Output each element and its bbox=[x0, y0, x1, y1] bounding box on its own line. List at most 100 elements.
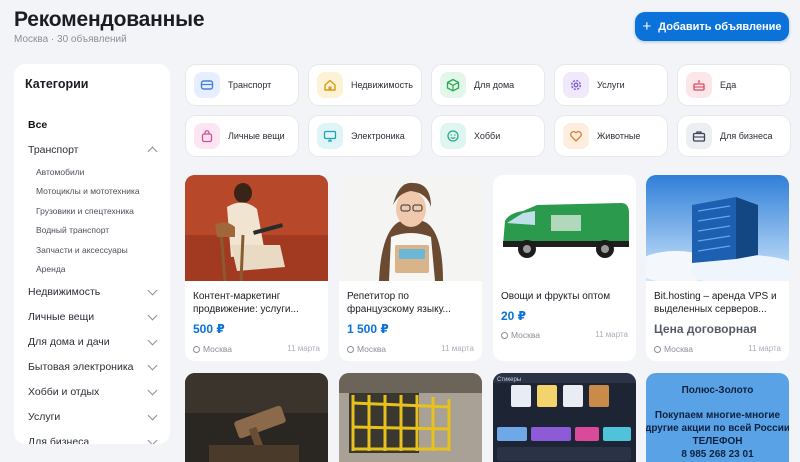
ad-line-1: Полюс-Золото bbox=[681, 385, 754, 396]
sidebar-title: Категории bbox=[25, 77, 89, 91]
category-personal[interactable]: Личные вещи bbox=[185, 115, 299, 157]
listing-card[interactable]: Овощи и фрукты оптом 20 ₽ Москва 11 март… bbox=[493, 175, 636, 361]
category-label: Электроника bbox=[351, 131, 405, 141]
add-listing-button[interactable]: + Добавить объявление bbox=[635, 12, 789, 41]
sidebar-list: Все Транспорт Автомобили Мотоциклы и мот… bbox=[14, 112, 170, 444]
listing-image bbox=[185, 373, 328, 462]
smile-icon bbox=[440, 123, 466, 149]
ad-line-5: 8 985 268 23 01 bbox=[681, 449, 754, 460]
sidebar-item-label: Все bbox=[28, 118, 48, 131]
sidebar-subitem-parts[interactable]: Запчасти и аксессуары bbox=[14, 240, 170, 260]
listing-price: 1 500 ₽ bbox=[347, 322, 389, 336]
listing-date: 11 марта bbox=[287, 344, 320, 353]
category-home[interactable]: Для дома bbox=[431, 64, 545, 106]
listing-image bbox=[646, 175, 789, 281]
listing-title: Репетитор по французскому языку... bbox=[347, 291, 451, 315]
sidebar-item-label: Услуги bbox=[28, 410, 61, 423]
listing-image bbox=[339, 373, 482, 462]
listing-image bbox=[339, 175, 482, 281]
listing-location: Москва bbox=[501, 330, 540, 340]
category-realty[interactable]: Недвижимость bbox=[308, 64, 422, 106]
listing-card[interactable]: Репетитор по французскому языку... 1 500… bbox=[339, 175, 482, 361]
sidebar-item-realty[interactable]: Недвижимость bbox=[14, 279, 170, 304]
sidebar-subitem-motorcycles[interactable]: Мотоциклы и мототехника bbox=[14, 182, 170, 202]
sticker-header: Стикеры bbox=[497, 377, 521, 383]
sidebar-subitem-rent[interactable]: Аренда bbox=[14, 260, 170, 280]
location-pin-icon bbox=[347, 345, 354, 353]
sidebar-item-label: Транспорт bbox=[28, 143, 79, 156]
chevron-down-icon bbox=[147, 385, 158, 395]
chevron-down-icon bbox=[147, 435, 158, 444]
heart-icon bbox=[563, 123, 589, 149]
ad-line-2: Покупаем многие-многие bbox=[654, 410, 781, 421]
sidebar-item-label: Недвижимость bbox=[28, 285, 101, 298]
listing-location: Москва bbox=[193, 344, 232, 354]
location-label: Москва bbox=[203, 344, 233, 354]
category-label: Транспорт bbox=[228, 80, 272, 90]
category-animals[interactable]: Животные bbox=[554, 115, 668, 157]
house-icon bbox=[317, 72, 343, 98]
listing-title: Контент-маркетинг продвижение: услуги... bbox=[193, 291, 299, 315]
listing-date: 11 марта bbox=[595, 330, 628, 339]
category-label: Еда bbox=[720, 80, 737, 90]
listing-title: Bit.hosting – аренда VPS и выделенных се… bbox=[654, 291, 777, 315]
ad-line-4: ТЕЛЕФОН bbox=[692, 436, 743, 447]
car-icon bbox=[194, 72, 220, 98]
listing-card[interactable]: Bit.hosting – аренда VPS и выделенных се… bbox=[646, 175, 789, 361]
category-electronics[interactable]: Электроника bbox=[308, 115, 422, 157]
sidebar-item-label: Для бизнеса bbox=[28, 435, 90, 445]
location-pin-icon bbox=[654, 345, 661, 353]
location-label: Москва bbox=[357, 344, 387, 354]
add-listing-label: Добавить объявление bbox=[658, 20, 782, 33]
listing-card[interactable]: Стикеры bbox=[493, 373, 636, 462]
sidebar-item-label: Бытовая электроника bbox=[28, 360, 134, 373]
plus-icon: + bbox=[642, 18, 652, 35]
sidebar-item-business[interactable]: Для бизнеса bbox=[14, 429, 170, 444]
category-services[interactable]: Услуги bbox=[554, 64, 668, 106]
sidebar-item-services[interactable]: Услуги bbox=[14, 404, 170, 429]
page-title: Рекомендованные bbox=[14, 8, 205, 31]
cake-icon bbox=[686, 72, 712, 98]
sidebar-item-all[interactable]: Все bbox=[14, 112, 170, 137]
listing-card[interactable] bbox=[339, 373, 482, 462]
chevron-down-icon bbox=[147, 285, 158, 295]
sidebar-subitem-trucks[interactable]: Грузовики и спецтехника bbox=[14, 201, 170, 221]
sidebar-item-label: Хобби и отдых bbox=[28, 385, 100, 398]
sidebar-item-hobby[interactable]: Хобби и отдых bbox=[14, 379, 170, 404]
sidebar-subitem-cars[interactable]: Автомобили bbox=[14, 162, 170, 182]
category-label: Недвижимость bbox=[351, 80, 413, 90]
listing-image: Стикеры bbox=[493, 373, 636, 462]
listing-card[interactable]: Контент-маркетинг продвижение: услуги...… bbox=[185, 175, 328, 361]
category-business[interactable]: Для бизнеса bbox=[677, 115, 791, 157]
chevron-down-icon bbox=[147, 310, 158, 320]
listing-title: Овощи и фрукты оптом bbox=[501, 291, 611, 302]
chevron-down-icon bbox=[147, 410, 158, 420]
category-label: Услуги bbox=[597, 80, 625, 90]
bag-icon bbox=[194, 123, 220, 149]
listing-price: Цена договорная bbox=[654, 322, 757, 336]
sidebar-item-personal[interactable]: Личные вещи bbox=[14, 304, 170, 329]
ad-line-3: другие акции по всей России bbox=[646, 423, 789, 434]
sidebar-subitem-water[interactable]: Водный транспорт bbox=[14, 221, 170, 241]
listing-price: 500 ₽ bbox=[193, 322, 225, 336]
category-label: Личные вещи bbox=[228, 131, 285, 141]
category-food[interactable]: Еда bbox=[677, 64, 791, 106]
category-hobby[interactable]: Хобби bbox=[431, 115, 545, 157]
chevron-down-icon bbox=[147, 335, 158, 345]
category-transport[interactable]: Транспорт bbox=[185, 64, 299, 106]
category-label: Животные bbox=[597, 131, 641, 141]
category-label: Для дома bbox=[474, 80, 515, 90]
sidebar-item-label: Для дома и дачи bbox=[28, 335, 110, 348]
box-icon bbox=[440, 72, 466, 98]
sidebar-item-label: Личные вещи bbox=[28, 310, 95, 323]
categories-sidebar: Категории Все Транспорт Автомобили Мотоц… bbox=[14, 64, 170, 444]
category-label: Хобби bbox=[474, 131, 501, 141]
listing-image bbox=[185, 175, 328, 281]
sidebar-item-electronics[interactable]: Бытовая электроника bbox=[14, 354, 170, 379]
sidebar-item-home[interactable]: Для дома и дачи bbox=[14, 329, 170, 354]
listing-card[interactable] bbox=[185, 373, 328, 462]
chevron-up-icon bbox=[147, 146, 158, 156]
listing-card[interactable]: Полюс-Золото Покупаем многие-многие друг… bbox=[646, 373, 789, 462]
location-pin-icon bbox=[501, 331, 508, 339]
sidebar-item-transport[interactable]: Транспорт bbox=[14, 137, 170, 162]
